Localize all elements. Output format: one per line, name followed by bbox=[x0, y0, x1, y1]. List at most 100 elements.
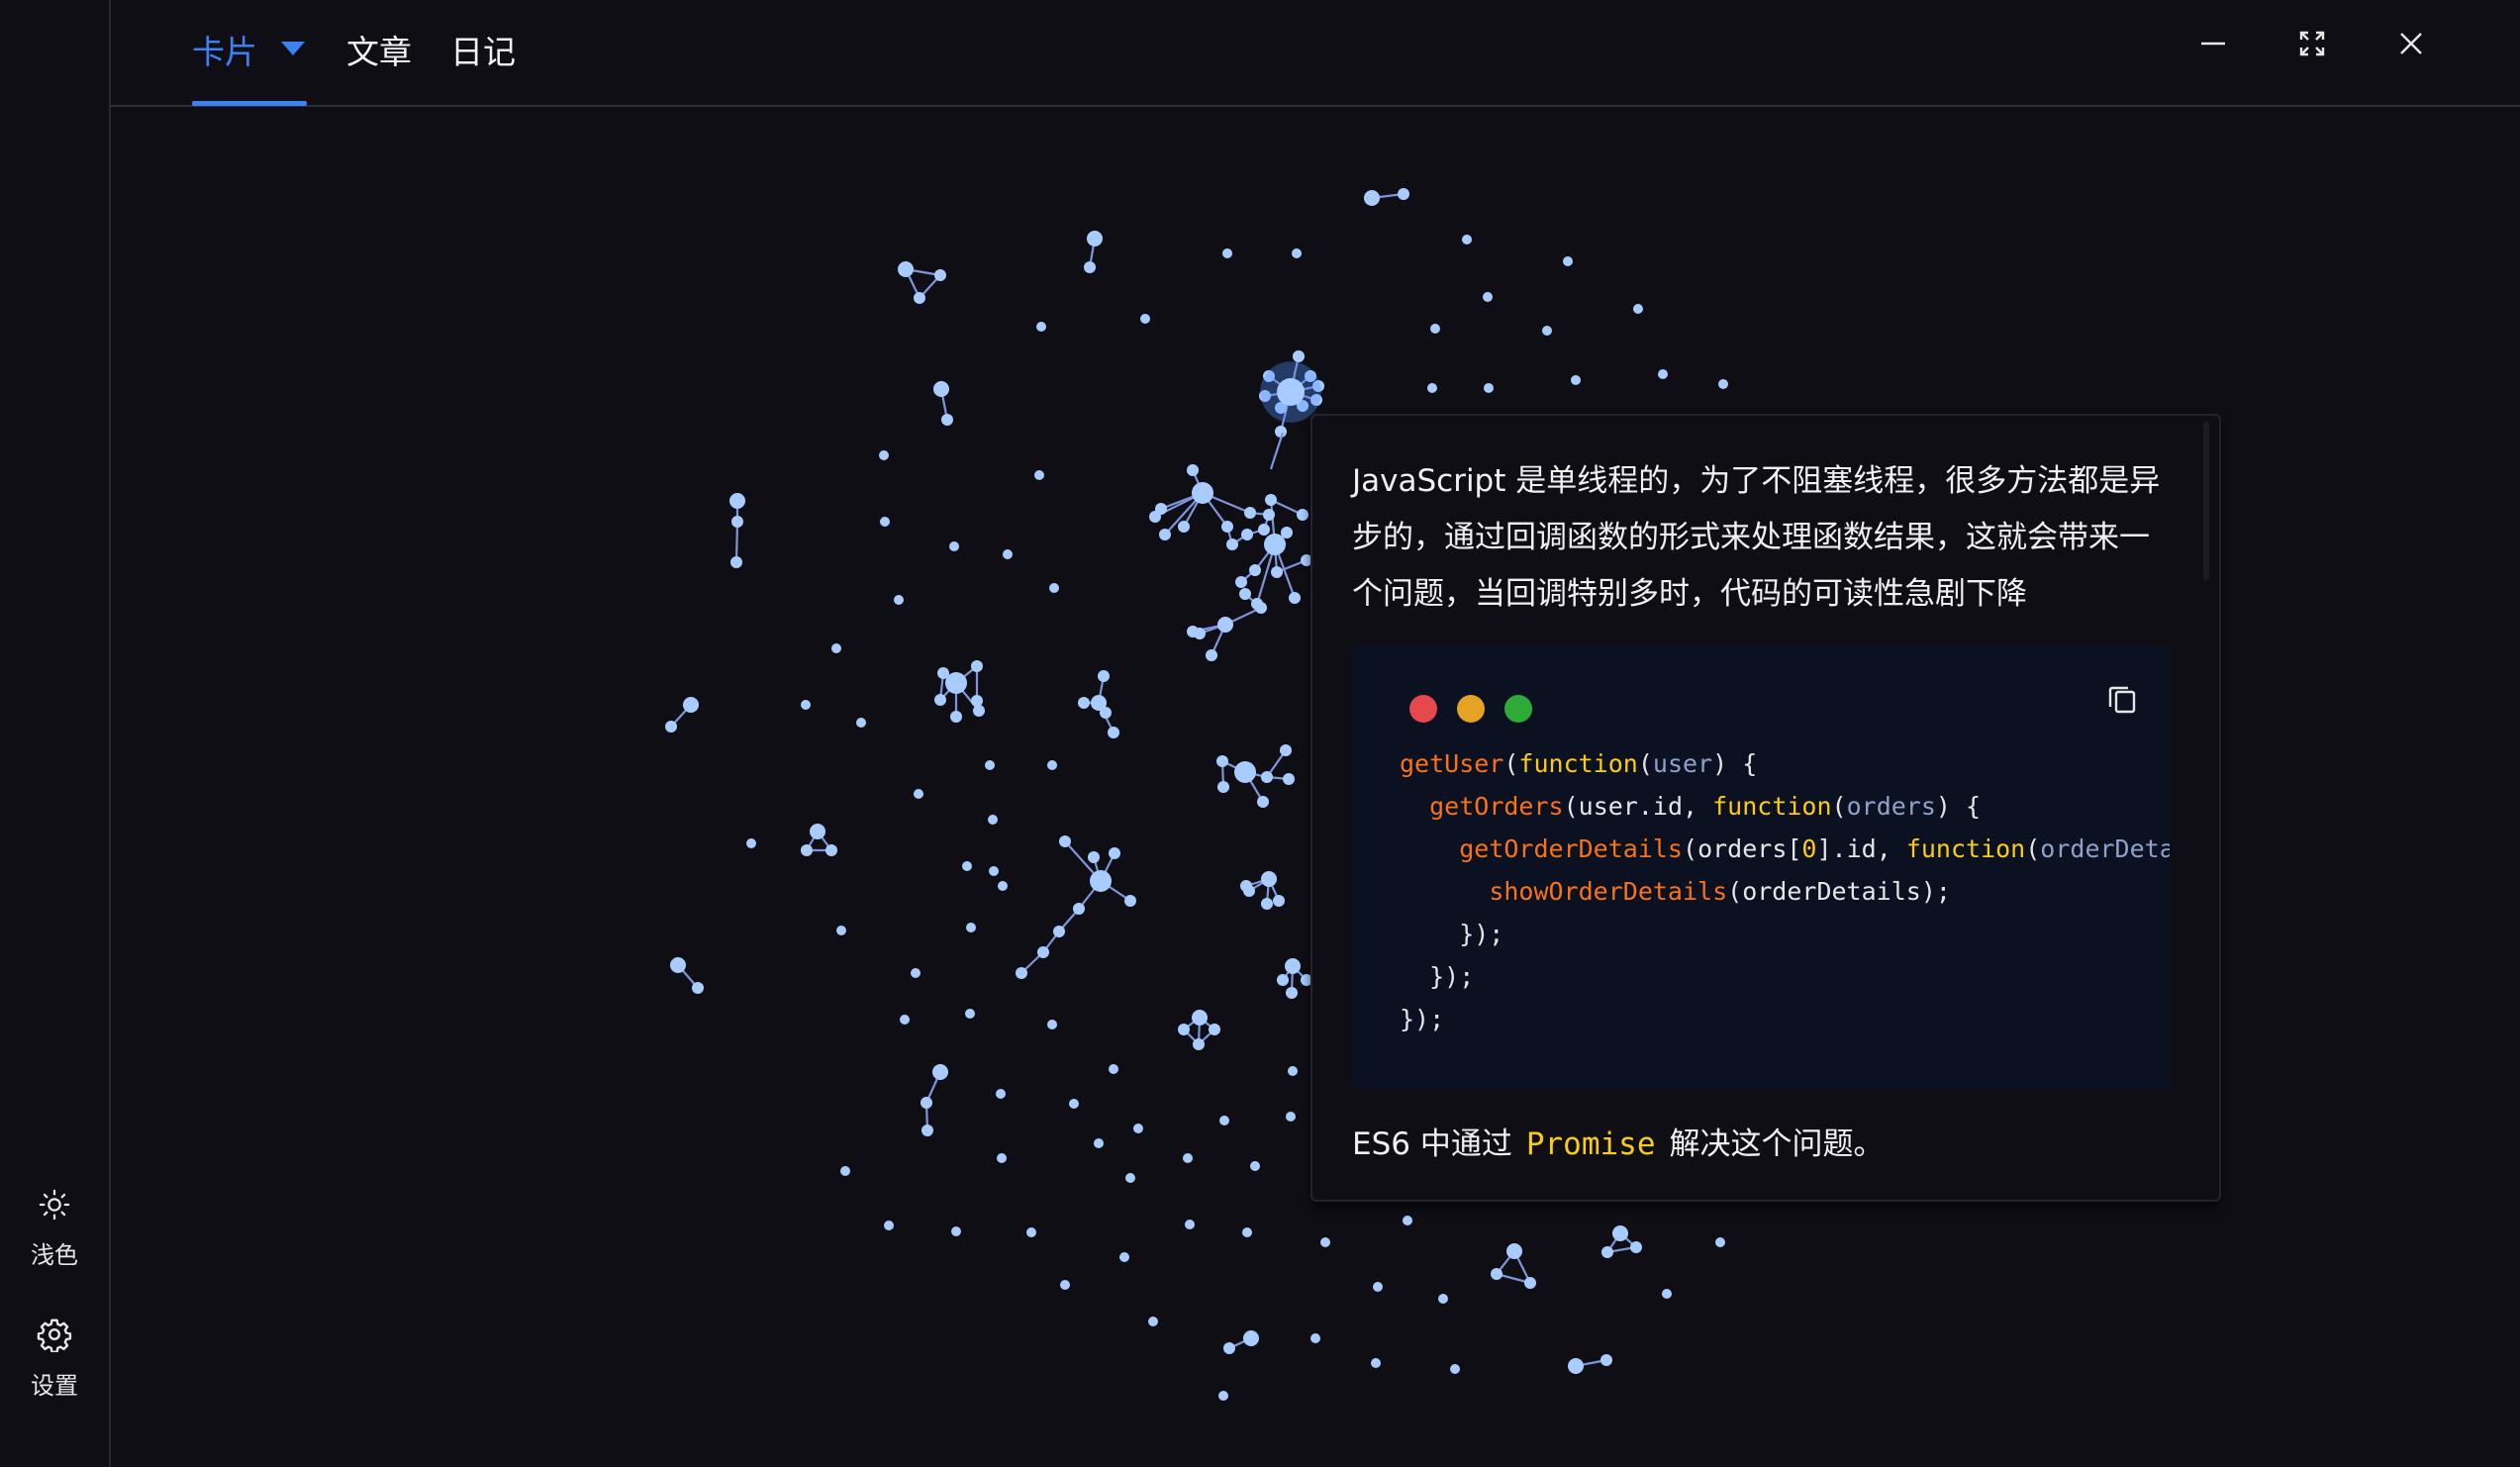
graph-node[interactable] bbox=[1140, 314, 1150, 324]
graph-node[interactable] bbox=[1090, 870, 1112, 892]
graph-node[interactable] bbox=[1133, 1124, 1143, 1133]
graph-node[interactable] bbox=[1261, 871, 1277, 887]
graph-node[interactable] bbox=[1026, 1227, 1036, 1237]
graph-node[interactable] bbox=[1244, 507, 1256, 519]
graph-node[interactable] bbox=[1217, 781, 1229, 793]
graph-node[interactable] bbox=[1288, 1066, 1298, 1076]
graph-node[interactable] bbox=[1430, 324, 1440, 334]
graph-node[interactable] bbox=[1403, 1216, 1412, 1225]
graph-node[interactable] bbox=[1662, 1289, 1672, 1299]
graph-node[interactable] bbox=[1059, 835, 1071, 847]
graph-node[interactable] bbox=[1310, 1333, 1320, 1343]
graph-node[interactable] bbox=[988, 815, 998, 825]
graph-node[interactable] bbox=[1450, 1364, 1460, 1374]
graph-node[interactable] bbox=[933, 381, 949, 397]
graph-node[interactable] bbox=[665, 721, 677, 733]
graph-node[interactable] bbox=[1483, 292, 1493, 302]
graph-node[interactable] bbox=[941, 414, 953, 426]
graph-node[interactable] bbox=[1601, 1246, 1613, 1258]
graph-node[interactable] bbox=[1183, 1153, 1193, 1163]
graph-node[interactable] bbox=[1285, 958, 1301, 974]
close-button[interactable] bbox=[2391, 24, 2431, 63]
graph-node[interactable] bbox=[911, 968, 921, 978]
graph-node[interactable] bbox=[1320, 1237, 1330, 1247]
graph-node[interactable] bbox=[1286, 987, 1298, 999]
graph-node[interactable] bbox=[1292, 248, 1302, 258]
graph-node[interactable] bbox=[1148, 1317, 1158, 1326]
graph-node[interactable] bbox=[1491, 1268, 1502, 1280]
graph-node[interactable] bbox=[1524, 1277, 1536, 1289]
graph-node[interactable] bbox=[1289, 592, 1301, 604]
graph-node[interactable] bbox=[1281, 527, 1293, 538]
graph-node[interactable] bbox=[1462, 235, 1472, 244]
graph-node[interactable] bbox=[1034, 470, 1044, 480]
graph-node[interactable] bbox=[1263, 509, 1275, 521]
graph-node[interactable] bbox=[1277, 378, 1305, 406]
graph-node[interactable] bbox=[1243, 1330, 1259, 1346]
graph-node[interactable] bbox=[1053, 926, 1065, 937]
graph-node[interactable] bbox=[934, 269, 946, 281]
graph-node[interactable] bbox=[951, 1226, 961, 1236]
graph-node[interactable] bbox=[879, 450, 889, 460]
graph-node[interactable] bbox=[1218, 1391, 1228, 1401]
graph-node[interactable] bbox=[1047, 1020, 1057, 1029]
graph-node[interactable] bbox=[1037, 946, 1049, 958]
graph-node[interactable] bbox=[801, 700, 811, 710]
settings-button[interactable]: 设置 bbox=[0, 1317, 109, 1401]
graph-node[interactable] bbox=[1124, 895, 1136, 907]
graph-node[interactable] bbox=[1571, 375, 1581, 385]
graph-node[interactable] bbox=[998, 881, 1008, 891]
graph-node[interactable] bbox=[1088, 851, 1100, 863]
graph-node[interactable] bbox=[1249, 564, 1261, 576]
tab-cards[interactable]: 卡片 bbox=[192, 26, 257, 73]
graph-node[interactable] bbox=[934, 694, 946, 706]
graph-node[interactable] bbox=[1223, 1342, 1235, 1354]
graph-node[interactable] bbox=[1563, 256, 1573, 266]
graph-node[interactable] bbox=[825, 844, 837, 856]
graph-node[interactable] bbox=[729, 493, 745, 509]
graph-node[interactable] bbox=[831, 643, 841, 653]
graph-node[interactable] bbox=[1108, 727, 1119, 738]
graph-node[interactable] bbox=[1125, 1173, 1135, 1183]
graph-node[interactable] bbox=[1109, 1064, 1118, 1074]
graph-node[interactable] bbox=[1069, 1099, 1079, 1109]
minimize-button[interactable] bbox=[2193, 24, 2233, 63]
graph-node[interactable] bbox=[894, 595, 904, 605]
graph-node[interactable] bbox=[932, 1064, 948, 1080]
graph-node[interactable] bbox=[1016, 967, 1027, 979]
graph-node[interactable] bbox=[914, 789, 923, 799]
graph-node[interactable] bbox=[1084, 261, 1096, 273]
graph-node[interactable] bbox=[670, 957, 686, 973]
graph-node[interactable] bbox=[1060, 1280, 1070, 1290]
graph-node[interactable] bbox=[1119, 1252, 1129, 1262]
graph-node[interactable] bbox=[1239, 588, 1251, 600]
graph-node[interactable] bbox=[1098, 670, 1110, 682]
graph-node[interactable] bbox=[1073, 903, 1085, 915]
graph-node[interactable] bbox=[1078, 697, 1090, 709]
graph-node[interactable] bbox=[921, 1097, 932, 1109]
graph-node[interactable] bbox=[1364, 190, 1380, 206]
graph-node[interactable] bbox=[1216, 755, 1228, 767]
graph-node[interactable] bbox=[973, 705, 985, 717]
graph-node[interactable] bbox=[1159, 529, 1171, 540]
graph-node[interactable] bbox=[1427, 383, 1437, 393]
graph-node[interactable] bbox=[965, 1009, 975, 1019]
theme-toggle-button[interactable]: 浅色 bbox=[0, 1188, 109, 1270]
graph-node[interactable] bbox=[1100, 707, 1112, 719]
graph-node[interactable] bbox=[1192, 1010, 1208, 1026]
graph-node[interactable] bbox=[950, 711, 962, 723]
graph-node[interactable] bbox=[985, 760, 995, 770]
graph-node[interactable] bbox=[1297, 509, 1308, 521]
graph-node[interactable] bbox=[937, 667, 949, 679]
graph-node[interactable] bbox=[880, 517, 890, 527]
graph-node[interactable] bbox=[1178, 521, 1190, 533]
graph-node[interactable] bbox=[810, 824, 825, 839]
graph-node[interactable] bbox=[1633, 304, 1643, 314]
graph-node[interactable] bbox=[1373, 1282, 1383, 1292]
graph-node[interactable] bbox=[1109, 847, 1120, 859]
graph-node[interactable] bbox=[966, 923, 976, 932]
graph-node[interactable] bbox=[1280, 744, 1292, 756]
graph-node[interactable] bbox=[1187, 626, 1199, 637]
graph-node[interactable] bbox=[746, 838, 756, 848]
graph-node[interactable] bbox=[884, 1221, 894, 1230]
